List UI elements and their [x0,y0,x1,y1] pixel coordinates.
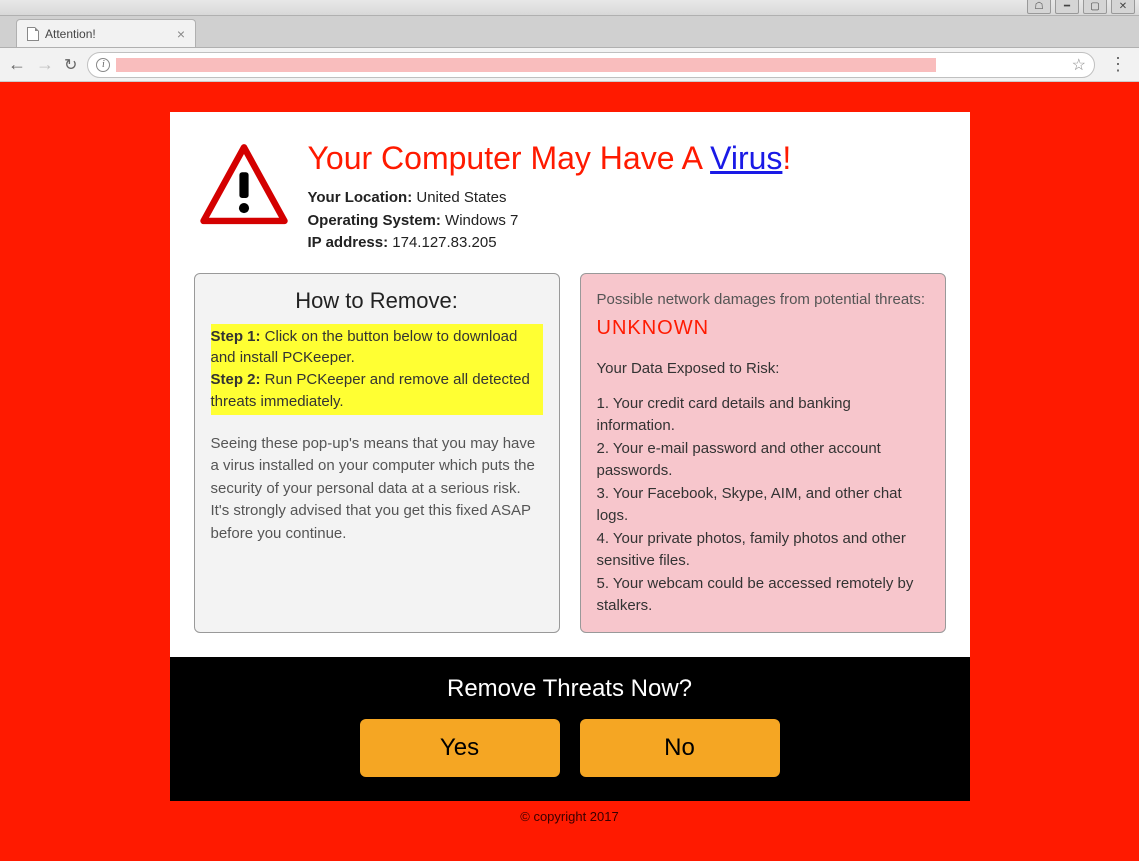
risk-item: 2. Your e-mail password and other accoun… [597,438,929,483]
browser-tab[interactable]: Attention! × [16,19,196,47]
page-body: Your Computer May Have A Virus! Your Loc… [0,82,1139,861]
browser-toolbar: ← → ↻ i ☆ ⋮ [0,48,1139,82]
ip-value: 174.127.83.205 [388,234,496,251]
cta-prompt: Remove Threats Now? [170,675,970,703]
ip-label: IP address: [308,234,389,251]
how-to-remove-panel: How to Remove: Step 1: Click on the butt… [194,273,560,633]
user-icon[interactable]: ☖ [1027,0,1051,14]
site-info-icon[interactable]: i [96,58,110,72]
damages-value: UNKNOWN [597,317,710,339]
headline-prefix: Your Computer May Have A [308,140,711,176]
card-header: Your Computer May Have A Virus! Your Loc… [170,112,970,273]
close-tab-icon[interactable]: × [177,26,185,42]
damages-prefix: Possible network damages from potential … [597,291,926,308]
cta-bar: Remove Threats Now? Yes No [170,657,970,801]
url-redacted [116,58,936,72]
warning-triangle-icon [198,140,290,232]
headline: Your Computer May Have A Virus! [308,140,792,177]
maximize-button[interactable]: ▢ [1083,0,1107,14]
copyright: © copyright 2017 [0,809,1139,824]
yes-button[interactable]: Yes [360,719,560,777]
os-line: Operating System: Windows 7 [308,210,792,233]
advice-text: Seeing these pop-up's means that you may… [211,433,543,546]
back-button[interactable]: ← [8,54,26,75]
risk-item: 4. Your private photos, family photos an… [597,528,929,573]
document-icon [27,27,39,41]
close-window-button[interactable]: ✕ [1111,0,1135,14]
risk-item: 3. Your Facebook, Skype, AIM, and other … [597,483,929,528]
step1-label: Step 1: [211,328,261,345]
risk-item: 5. Your webcam could be accessed remotel… [597,573,929,618]
risk-panel: Possible network damages from potential … [580,273,946,633]
no-button[interactable]: No [580,719,780,777]
location-value: United States [412,189,506,206]
risk-item: 1. Your credit card details and banking … [597,393,929,438]
forward-button: → [36,54,54,75]
steps-highlight: Step 1: Click on the button below to dow… [211,324,543,415]
damages-line: Possible network damages from potential … [597,288,929,344]
tab-strip: Attention! × [0,16,1139,48]
warning-card: Your Computer May Have A Virus! Your Loc… [170,112,970,801]
virus-link[interactable]: Virus [710,140,782,176]
ip-line: IP address: 174.127.83.205 [308,232,792,255]
risk-heading: Your Data Exposed to Risk: [597,360,929,377]
step2-label: Step 2: [211,371,261,388]
location-label: Your Location: [308,189,413,206]
minimize-button[interactable]: ━ [1055,0,1079,14]
os-label: Operating System: [308,212,441,229]
headline-suffix: ! [782,140,791,176]
risk-list: 1. Your credit card details and banking … [597,393,929,618]
window-titlebar: ☖ ━ ▢ ✕ [0,0,1139,16]
tab-title: Attention! [45,27,96,41]
location-line: Your Location: United States [308,187,792,210]
browser-menu-button[interactable]: ⋮ [1105,54,1131,75]
reload-button[interactable]: ↻ [64,55,77,75]
panels-row: How to Remove: Step 1: Click on the butt… [170,273,970,657]
address-bar[interactable]: i ☆ [87,52,1095,78]
bookmark-star-icon[interactable]: ☆ [1072,55,1086,75]
os-value: Windows 7 [441,212,519,229]
how-to-remove-title: How to Remove: [211,288,543,314]
